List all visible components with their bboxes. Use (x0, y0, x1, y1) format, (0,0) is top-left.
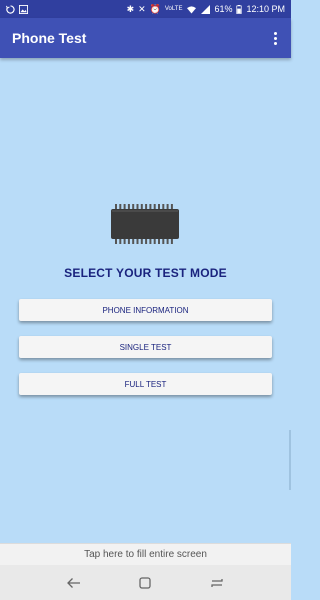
alarm-icon: ⏰ (149, 3, 161, 14)
app-title: Phone Test (12, 30, 87, 46)
phone-information-button[interactable]: PHONE INFORMATION (19, 299, 272, 321)
overflow-menu-icon[interactable] (270, 28, 281, 49)
home-button[interactable] (133, 571, 157, 595)
recents-icon (211, 578, 223, 587)
full-test-button[interactable]: FULL TEST (19, 373, 272, 395)
edge-panel-handle[interactable] (289, 430, 291, 490)
select-mode-heading: SELECT YOUR TEST MODE (64, 266, 227, 280)
mute-icon: ✕ (138, 3, 146, 14)
single-test-button[interactable]: SINGLE TEST (19, 336, 272, 358)
volte-icon: VoLTE (164, 6, 183, 12)
home-icon (139, 576, 152, 589)
navigation-bar (0, 565, 291, 600)
battery-icon (236, 4, 243, 14)
sync-icon (6, 4, 15, 14)
chip-icon (111, 204, 179, 244)
back-icon (66, 577, 80, 588)
recents-button[interactable] (205, 571, 229, 595)
fill-screen-bar[interactable]: Tap here to fill entire screen (0, 543, 291, 565)
status-bar: ✱ ✕ ⏰ VoLTE 61% 12:10 PM (0, 0, 291, 18)
wifi-icon (187, 5, 197, 14)
image-icon (19, 4, 28, 14)
back-button[interactable] (62, 571, 86, 595)
bluetooth-icon: ✱ (126, 3, 135, 14)
app-bar: Phone Test (0, 18, 291, 58)
signal-icon (201, 4, 211, 14)
clock: 12:10 PM (246, 4, 285, 14)
battery-percent: 61% (214, 4, 233, 14)
